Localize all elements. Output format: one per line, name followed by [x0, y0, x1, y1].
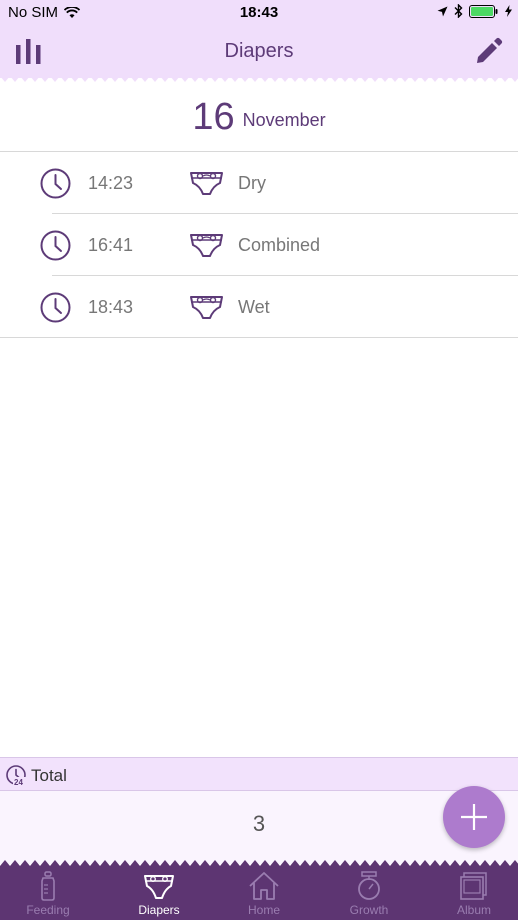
tab-label: Diapers [138, 903, 180, 917]
diaper-entry[interactable]: 16:41 Combined [0, 214, 518, 276]
diaper-entry[interactable]: 18:43 Wet [0, 276, 518, 338]
home-icon [249, 872, 279, 900]
scale-icon [358, 871, 380, 900]
header-zigzag-edge [0, 76, 518, 82]
add-entry-button[interactable] [443, 786, 505, 848]
diaper-icon [190, 172, 223, 195]
clock-icon [40, 168, 71, 199]
date-day: 16 [192, 96, 235, 138]
photo-album-icon [460, 872, 487, 900]
divider [0, 337, 518, 338]
tab-label: Feeding [26, 903, 70, 917]
date-month: November [242, 110, 326, 130]
tab-label: Growth [349, 903, 389, 917]
diaper-icon [190, 296, 223, 319]
entry-type: Wet [238, 297, 270, 317]
navbar: Diapers [0, 26, 518, 78]
diaper-entry-list: 14:23 Dry 16:41 Combined 18:43 Wet [0, 152, 518, 338]
total-label: Total [31, 766, 67, 785]
plus-icon [461, 804, 487, 830]
tab-feeding[interactable]: Feeding [6, 866, 90, 920]
charging-bolt-icon [505, 5, 512, 17]
top-header: No SIM 18:43 Diapers [0, 0, 518, 78]
status-bar: No SIM 18:43 [0, 0, 518, 26]
tab-label: Album [456, 903, 491, 917]
page-title: Diapers [224, 40, 294, 62]
tab-album[interactable]: Album [432, 866, 516, 920]
total-bar: 24 Total [0, 757, 518, 791]
tab-home[interactable]: Home [222, 866, 306, 920]
clock-24h-icon: 24 [6, 765, 27, 786]
pencil-edit-icon[interactable] [474, 36, 504, 66]
date-header: 16 November [0, 84, 518, 152]
entry-type: Dry [238, 173, 266, 193]
tab-diapers[interactable]: Diapers [117, 866, 201, 920]
svg-text:24: 24 [14, 778, 23, 786]
entry-time: 16:41 [88, 235, 134, 255]
clock-icon [40, 230, 71, 261]
total-value: 3 [252, 811, 266, 836]
entry-time: 18:43 [88, 297, 134, 317]
diaper-icon [144, 875, 174, 899]
battery-icon [469, 4, 498, 18]
bottle-icon [41, 871, 55, 901]
tab-label: Home [247, 903, 280, 917]
bluetooth-icon [454, 4, 463, 18]
tab-growth[interactable]: Growth [327, 866, 411, 920]
entry-type: Combined [238, 235, 321, 255]
location-arrow-icon [437, 6, 448, 16]
tab-bar: Feeding Diapers Home Growth Album [0, 866, 518, 920]
diaper-icon [190, 234, 223, 257]
diaper-entry[interactable]: 14:23 Dry [0, 152, 518, 214]
clock-icon [40, 292, 71, 323]
total-value-area: 3 [0, 791, 518, 864]
entry-time: 14:23 [88, 173, 134, 193]
